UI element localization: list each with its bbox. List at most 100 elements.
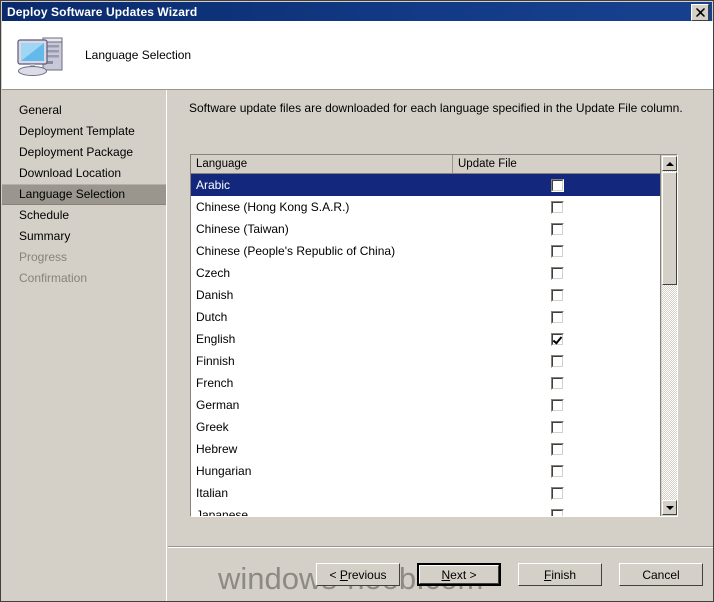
update-file-checkbox[interactable] (551, 332, 564, 346)
language-rows: Arabic Chinese (Hong Kong S.A.R.) Chinese … (191, 174, 662, 516)
sidebar-item-schedule[interactable]: Schedule (2, 205, 166, 226)
language-list-view[interactable]: Language Update File Arabic Chinese (Hong… (190, 154, 678, 517)
update-file-checkbox[interactable] (551, 354, 564, 368)
update-file-checkbox[interactable] (551, 464, 564, 478)
column-header-language[interactable]: Language (191, 155, 453, 173)
language-list-inner: Language Update File Arabic Chinese (Hong… (191, 155, 662, 516)
next-button[interactable]: Next > (417, 563, 501, 586)
table-row[interactable]: Chinese (Taiwan) (191, 218, 662, 240)
update-file-cell (453, 420, 662, 434)
update-file-cell (453, 464, 662, 478)
language-cell: Chinese (People's Republic of China) (196, 244, 396, 258)
sidebar-item-deployment-package[interactable]: Deployment Package (2, 142, 166, 163)
update-file-checkbox[interactable] (551, 222, 564, 236)
list-column-headers: Language Update File (191, 155, 662, 174)
update-file-checkbox[interactable] (551, 376, 564, 390)
update-file-cell (453, 508, 662, 516)
sidebar-item-download-location[interactable]: Download Location (2, 163, 166, 184)
update-file-cell (453, 266, 662, 280)
update-file-cell (453, 178, 662, 192)
update-file-checkbox[interactable] (551, 420, 564, 434)
window-title: Deploy Software Updates Wizard (7, 4, 198, 19)
computer-glyph (17, 37, 63, 76)
sidebar-item-general[interactable]: General (2, 100, 166, 121)
update-file-checkbox[interactable] (551, 486, 564, 500)
scrollbar-thumb[interactable] (662, 172, 677, 285)
language-cell: Hebrew (196, 442, 238, 456)
update-file-cell (453, 288, 662, 302)
language-cell: Chinese (Taiwan) (196, 222, 289, 236)
page-title: Language Selection (85, 48, 192, 62)
cancel-button[interactable]: Cancel (619, 563, 703, 586)
update-file-cell (453, 222, 662, 236)
deploy-software-updates-wizard-window: Deploy Software Updates Wizard Language … (0, 0, 714, 602)
sidebar-item-progress: Progress (19, 250, 68, 264)
language-cell: Japanese (196, 508, 249, 516)
language-cell: Dutch (196, 310, 228, 324)
language-cell: Hungarian (196, 464, 252, 478)
update-file-cell (453, 332, 662, 346)
sidebar-item-language-selection[interactable]: Language Selection (2, 184, 166, 205)
table-row[interactable]: Hebrew (191, 438, 662, 460)
computer-icon (13, 30, 71, 80)
scroll-down-arrow-icon[interactable] (662, 500, 677, 515)
update-file-cell (453, 200, 662, 214)
button-label: Next > (441, 567, 477, 582)
column-header-update-file[interactable]: Update File (453, 155, 662, 173)
language-cell: German (196, 398, 240, 412)
table-row[interactable]: Italian (191, 482, 662, 504)
wizard-step-sidebar: General Deployment Template Deployment Pac… (2, 90, 167, 601)
update-file-checkbox[interactable] (551, 178, 564, 192)
sidebar-item-summary[interactable]: Summary (2, 226, 166, 247)
button-label: < Previous (329, 567, 387, 582)
update-file-checkbox[interactable] (551, 508, 564, 516)
wizard-header: Language Selection (2, 21, 713, 90)
update-file-checkbox[interactable] (551, 310, 564, 324)
up-arrow-glyph (665, 161, 674, 166)
down-arrow-glyph (665, 505, 674, 510)
vertical-scrollbar[interactable] (660, 155, 677, 516)
update-file-checkbox[interactable] (551, 442, 564, 456)
language-cell: Italian (196, 486, 229, 500)
table-row[interactable]: Dutch (191, 306, 662, 328)
table-row[interactable]: Chinese (People's Republic of China) (191, 240, 662, 262)
update-file-cell (453, 442, 662, 456)
language-cell: Chinese (Hong Kong S.A.R.) (196, 200, 350, 214)
table-row[interactable]: Greek (191, 416, 662, 438)
update-file-checkbox[interactable] (551, 288, 564, 302)
table-row[interactable]: English (191, 328, 662, 350)
button-label: Cancel (642, 567, 680, 582)
close-glyph (695, 8, 705, 17)
table-row[interactable]: Danish (191, 284, 662, 306)
update-file-cell (453, 244, 662, 258)
language-cell: Greek (196, 420, 229, 434)
close-icon[interactable] (691, 4, 709, 21)
table-row[interactable]: French (191, 372, 662, 394)
footer-divider (168, 546, 713, 548)
update-file-checkbox[interactable] (551, 266, 564, 280)
button-label: Finish (543, 567, 577, 582)
main-panel: Software update files are downloaded for… (168, 90, 713, 601)
language-cell: English (196, 332, 236, 346)
language-cell: Czech (196, 266, 231, 280)
update-file-cell (453, 486, 662, 500)
language-cell: French (196, 376, 234, 390)
scroll-up-arrow-icon[interactable] (662, 156, 677, 171)
table-row[interactable]: German (191, 394, 662, 416)
update-file-checkbox[interactable] (551, 200, 564, 214)
finish-button[interactable]: Finish (518, 563, 602, 586)
language-cell: Finnish (196, 354, 235, 368)
table-row[interactable]: Chinese (Hong Kong S.A.R.) (191, 196, 662, 218)
previous-button[interactable]: < Previous (316, 563, 400, 586)
title-bar: Deploy Software Updates Wizard (2, 2, 712, 21)
update-file-checkbox[interactable] (551, 244, 564, 258)
sidebar-item-deployment-template[interactable]: Deployment Template (2, 121, 166, 142)
table-row[interactable]: Finnish (191, 350, 662, 372)
language-cell: Arabic (196, 178, 231, 192)
update-file-checkbox[interactable] (551, 398, 564, 412)
sidebar-item-confirmation: Confirmation (19, 271, 88, 285)
table-row[interactable]: Japanese (191, 504, 662, 516)
table-row[interactable]: Hungarian (191, 460, 662, 482)
table-row[interactable]: Arabic (191, 174, 662, 196)
table-row[interactable]: Czech (191, 262, 662, 284)
